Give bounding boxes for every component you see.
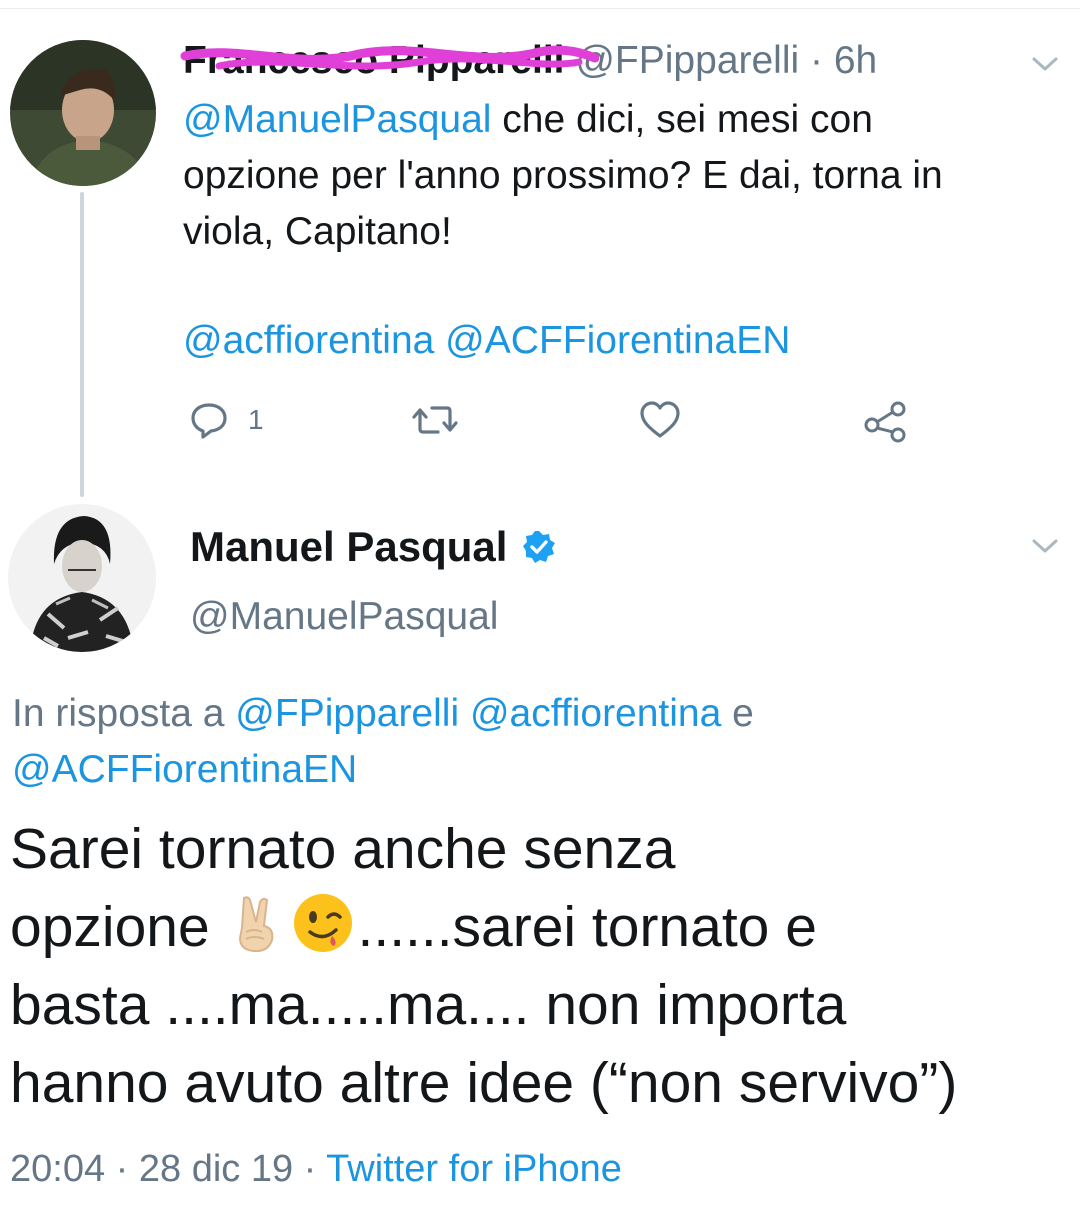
share-icon	[864, 401, 906, 443]
avatar-fpipparelli[interactable]	[10, 40, 156, 186]
mention-link[interactable]: @acffiorentina	[470, 692, 721, 735]
reply-context: In risposta a @FPipparelli @acffiorentin…	[12, 692, 754, 791]
mention-link[interactable]: @FPipparelli	[235, 692, 459, 735]
thread-connector	[80, 192, 84, 497]
like-button[interactable]	[638, 392, 682, 448]
reply-tweet-header: Francesco Pipparelli @FPipparelli · 6h	[180, 38, 877, 84]
author-name-redacted[interactable]: Francesco Pipparelli	[180, 38, 599, 84]
top-divider	[0, 8, 1080, 9]
retweet-icon	[412, 406, 458, 434]
reply-count: 1	[248, 404, 264, 435]
tweet-timestamp: 20:04 · 28 dic 19 · Twitter for iPhone	[10, 1144, 622, 1194]
chevron-down-icon[interactable]	[1030, 54, 1060, 74]
tweet-source-link[interactable]: Twitter for iPhone	[326, 1148, 622, 1190]
timestamp-text[interactable]: 20:04 · 28 dic 19 ·	[10, 1148, 326, 1190]
mention-link[interactable]: @ACFFiorentinaEN	[12, 748, 357, 791]
reply-icon	[191, 403, 227, 439]
author-handle[interactable]: @FPipparelli	[575, 39, 799, 82]
header-separator: ·	[799, 39, 834, 82]
reply-tweet-text: @ManuelPasqual che dici, sei mesi con op…	[183, 98, 943, 253]
tweet-action-bar: 1	[0, 392, 1080, 448]
main-tweet-handle[interactable]: @ManuelPasqual	[190, 590, 498, 644]
avatar-manuelpasqual[interactable]	[8, 504, 156, 652]
mention-link[interactable]: @ManuelPasqual	[183, 98, 491, 141]
like-icon	[640, 401, 680, 438]
chevron-down-icon[interactable]	[1030, 536, 1060, 556]
main-tweet-text: Sarei tornato anche senza opzione ......…	[10, 817, 958, 1115]
retweet-button[interactable]	[410, 392, 460, 448]
victory-hand-icon	[238, 896, 273, 953]
tweet-time[interactable]: 6h	[834, 39, 877, 82]
share-button[interactable]	[862, 392, 910, 448]
reply-button[interactable]: 1	[188, 392, 264, 448]
verified-badge-icon	[523, 531, 556, 563]
main-tweet-author[interactable]: Manuel Pasqual	[190, 520, 557, 574]
tweet-tag-mentions[interactable]: @acffiorentina @ACFFiorentinaEN	[183, 313, 790, 369]
winking-face-icon	[293, 894, 352, 952]
